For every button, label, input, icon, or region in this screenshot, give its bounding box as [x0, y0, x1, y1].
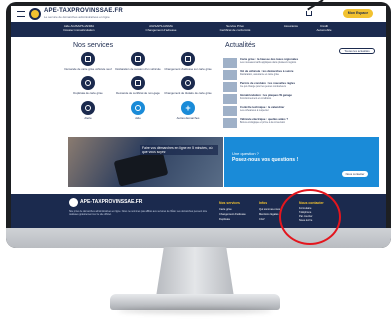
- help-banner: Une question ? Posez-nous vos questions …: [224, 137, 379, 187]
- news-item[interactable]: Immatriculation : les plaques W garage F…: [223, 93, 373, 104]
- footer-column-title: Nos services: [219, 201, 240, 205]
- help-line-2: Posez-nous vos questions !: [232, 157, 299, 163]
- stand-shadow: [118, 308, 272, 314]
- service-tile[interactable]: Déclaration de cession d'un véhicule: [111, 52, 165, 71]
- news-item-text: Déclaration, assurance et carte grise: [240, 73, 279, 76]
- cart-icon[interactable]: [306, 11, 312, 16]
- news-thumbnail: [223, 106, 237, 116]
- service-label: Alerte: [84, 116, 92, 120]
- services-title: Nos services: [73, 42, 114, 49]
- footer-logo-text: APE-TAXPROVINSSAE.FR: [80, 199, 143, 205]
- footer-link[interactable]: Duplicata: [219, 218, 253, 221]
- service-label: Demande de certificat de non-gage: [116, 91, 160, 95]
- logo-icon[interactable]: [29, 8, 41, 20]
- plus-icon: +: [181, 101, 195, 115]
- card-icon: [181, 52, 195, 66]
- service-tile[interactable]: Changement d'adresse sur carte grise: [161, 52, 215, 71]
- all-news-button[interactable]: Toutes les actualités: [339, 48, 375, 54]
- nav-item[interactable]: Service Privé Certificat de conformité: [209, 24, 261, 35]
- news-thumbnail: [223, 82, 237, 92]
- account-button[interactable]: Mon Espace: [343, 9, 373, 18]
- monitor-photo: APE-TAXPROVINSSAE.FR Le service de démar…: [0, 0, 391, 322]
- news-item-text: Les nouveaux tarifs appliqués dans plusi…: [240, 61, 297, 64]
- news-thumbnail: [223, 58, 237, 68]
- help-line-1: Une question ?: [232, 151, 259, 156]
- news-thumbnail: [223, 94, 237, 104]
- news-title: Actualités: [225, 42, 256, 49]
- footer-disclaimer: Site privé de démarches administratives …: [69, 210, 208, 216]
- gear-icon: [81, 76, 95, 90]
- nav-item-sublabel: Changement d'adresse: [145, 28, 177, 32]
- site-logo-text[interactable]: APE-TAXPROVINSSAE.FR: [44, 8, 123, 14]
- nav-item-label: Assurance: [283, 24, 299, 28]
- news-item[interactable]: Carte grise : la hausse des taxes région…: [223, 57, 373, 68]
- car-icon: [81, 52, 95, 66]
- promo-banner-image[interactable]: Faire vos démarches en ligne en 5 minute…: [68, 137, 223, 187]
- service-label: Changement de titulaire de carte grise: [164, 91, 212, 95]
- service-tile[interactable]: Duplicata de carte grise: [61, 76, 115, 95]
- service-label: Autres démarches: [176, 116, 200, 120]
- news-item-text: Ce qui change pour les jeunes conducteur…: [240, 85, 286, 88]
- news-item-text: Bonus écologique et prime à la conversio…: [240, 121, 286, 124]
- service-label: Déclaration de cession d'un véhicule: [115, 67, 161, 71]
- contact-button[interactable]: Nous contacter: [342, 171, 368, 177]
- service-tile[interactable]: Changement de titulaire de carte grise: [161, 76, 215, 95]
- service-tile[interactable]: Demande de carte grise véhicule neuf: [61, 52, 115, 71]
- nav-item[interactable]: Aide AGISAPS-IANMA Dossier immatriculati…: [49, 24, 109, 35]
- bell-icon: [81, 101, 95, 115]
- nav-item[interactable]: AGISAPS-IANMA Changement d'adresse: [133, 24, 189, 35]
- news-thumbnail: [223, 70, 237, 80]
- footer-link[interactable]: Carte grise: [219, 208, 253, 211]
- nav-item-sublabel: Automobile: [316, 28, 332, 32]
- promo-caption: Faire vos démarches en ligne en 5 minute…: [140, 145, 218, 156]
- news-item[interactable]: Permis de conduire : les nouvelles règle…: [223, 81, 373, 92]
- nav-item-sublabel: Certificat de conformité: [219, 28, 251, 32]
- service-tile[interactable]: + Autres démarches: [161, 101, 215, 120]
- news-item-text: Les échéances à respecter: [240, 109, 269, 112]
- service-label: Demande de carte grise véhicule neuf: [64, 67, 112, 71]
- footer-link[interactable]: Changement d'adresse: [219, 213, 253, 216]
- service-label: Duplicata de carte grise: [73, 91, 103, 95]
- footer-column-title: Infos: [259, 201, 268, 205]
- nav-item-sublabel: Dossier immatriculation: [63, 28, 95, 32]
- service-tile[interactable]: Alerte: [61, 101, 115, 120]
- folder-icon: [131, 76, 145, 90]
- service-label: Aide: [135, 116, 141, 120]
- site-tagline: Le service de démarches administratives …: [44, 15, 110, 19]
- main-nav: Aide AGISAPS-IANMA Dossier immatriculati…: [11, 22, 386, 37]
- info-icon: [131, 101, 145, 115]
- menu-icon[interactable]: [17, 11, 25, 17]
- nav-item[interactable]: Crédit Automobile: [309, 24, 339, 35]
- service-tile[interactable]: Aide: [111, 101, 165, 120]
- red-highlight-circle: [279, 189, 341, 245]
- nav-item[interactable]: Assurance: [279, 24, 303, 35]
- service-label: Changement d'adresse sur carte grise: [164, 67, 212, 71]
- footer-logo-icon: [69, 198, 78, 207]
- site-header: APE-TAXPROVINSSAE.FR Le service de démar…: [11, 6, 386, 22]
- monitor-stand-neck: [156, 247, 234, 297]
- document-icon: [131, 52, 145, 66]
- news-thumbnail: [223, 118, 237, 128]
- news-item[interactable]: Contrôle technique : le calendrier Les é…: [223, 105, 373, 116]
- service-tile[interactable]: Demande de certificat de non-gage: [111, 76, 165, 95]
- user-icon: [181, 76, 195, 90]
- news-item-text: Fonctionnement et conditions: [240, 97, 272, 100]
- news-item[interactable]: Vol de véhicule : les démarches à suivre…: [223, 69, 373, 80]
- news-item[interactable]: Véhicule électrique : quelles aides ? Bo…: [223, 117, 373, 128]
